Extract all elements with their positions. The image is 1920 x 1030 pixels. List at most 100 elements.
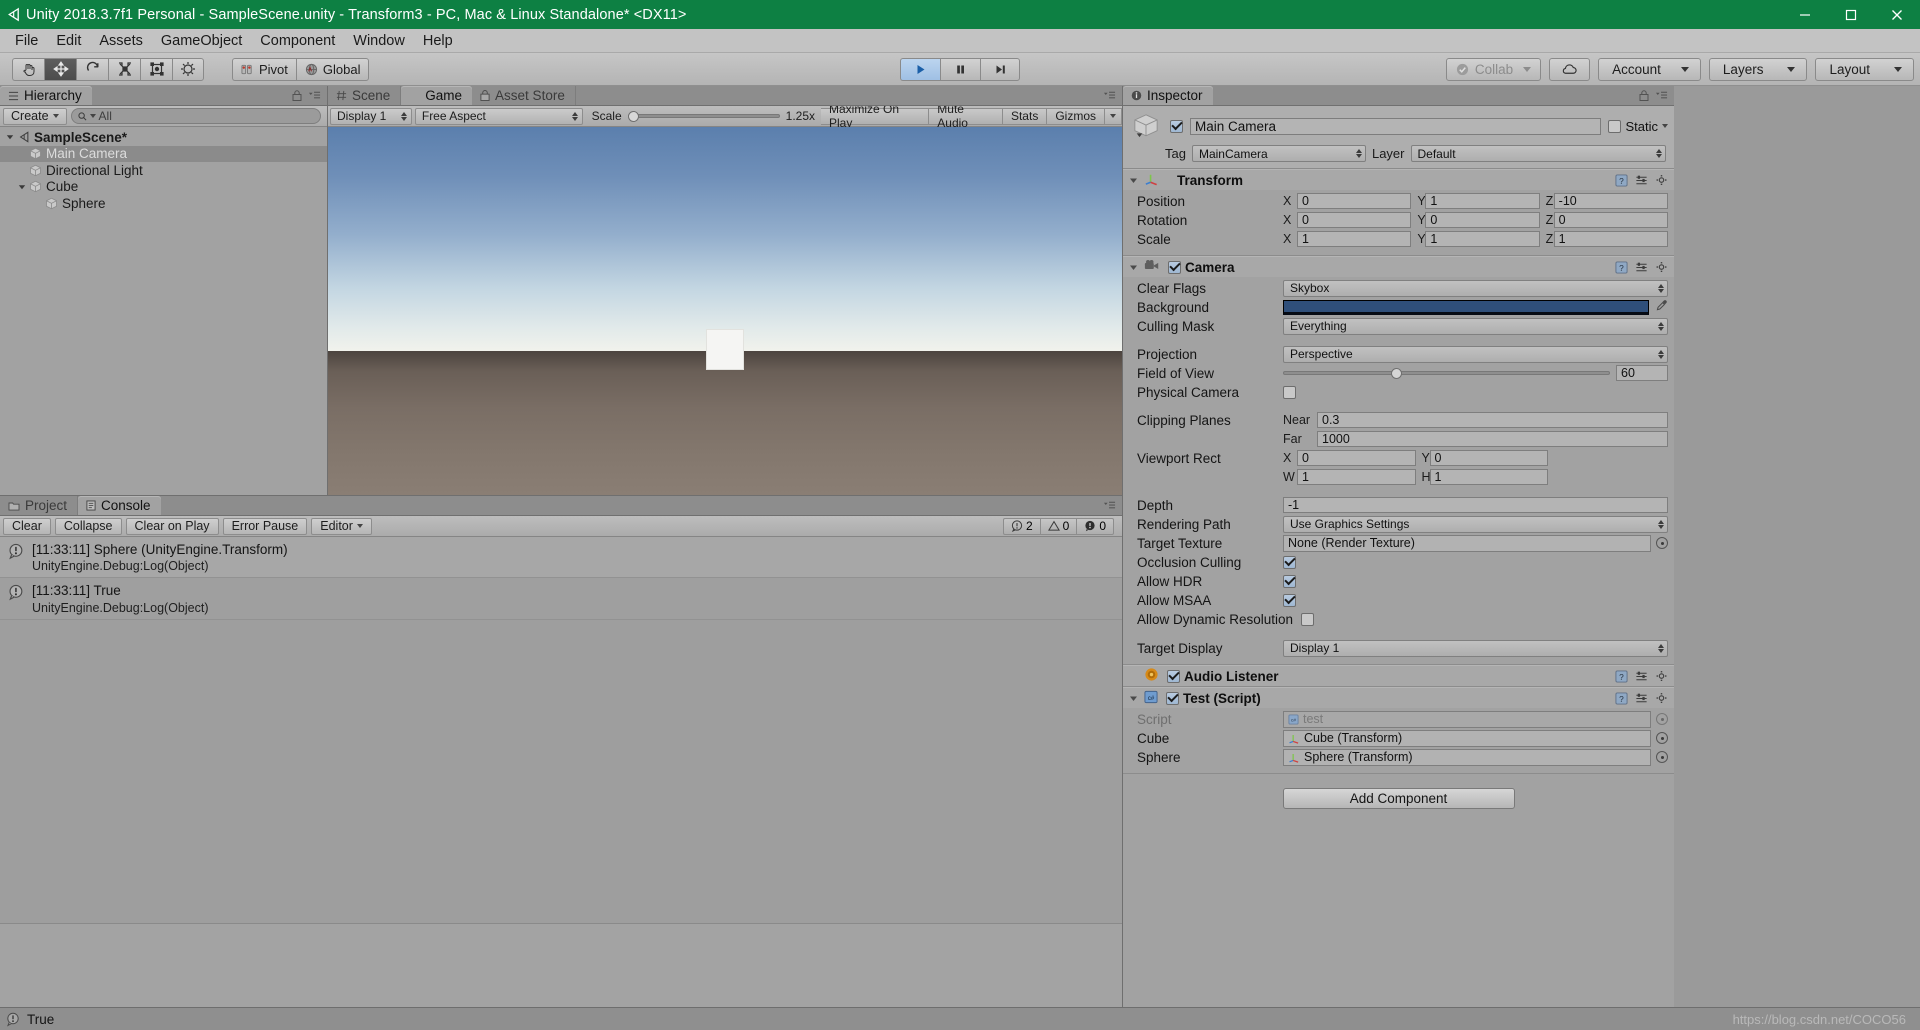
clear-flags-dropdown[interactable]: Skybox: [1283, 279, 1668, 297]
hierarchy-item-directional-light[interactable]: Directional Light: [0, 162, 327, 179]
rotation-z-field[interactable]: 0: [1553, 212, 1668, 228]
panel-menu-icon[interactable]: [1655, 90, 1668, 101]
scale-x-field[interactable]: 1: [1297, 231, 1412, 247]
menu-help[interactable]: Help: [414, 31, 462, 51]
panel-menu-icon[interactable]: [1103, 500, 1116, 511]
display-dropdown[interactable]: Display 1: [330, 107, 412, 125]
help-icon[interactable]: ?: [1615, 260, 1628, 274]
occlusion-culling-checkbox[interactable]: [1283, 555, 1296, 569]
fov-slider-handle[interactable]: [1391, 368, 1403, 379]
rotate-tool-icon[interactable]: [76, 57, 108, 81]
help-icon[interactable]: ?: [1615, 691, 1628, 705]
depth-field[interactable]: -1: [1283, 497, 1668, 513]
console-entry[interactable]: [11:33:11] Sphere (UnityEngine.Transform…: [0, 537, 1122, 579]
gear-icon[interactable]: [1655, 261, 1668, 274]
expand-triangle-icon[interactable]: [1127, 263, 1140, 272]
error-count[interactable]: 0: [1076, 517, 1114, 535]
viewport-w-field[interactable]: 1: [1297, 469, 1416, 485]
error-pause-button[interactable]: Error Pause: [222, 517, 308, 535]
lock-icon[interactable]: [292, 90, 302, 101]
culling-mask-dropdown[interactable]: Everything: [1283, 317, 1668, 335]
menu-component[interactable]: Component: [251, 31, 344, 51]
target-texture-field[interactable]: None (Render Texture): [1283, 534, 1651, 552]
gizmos-dropdown[interactable]: [1105, 107, 1122, 125]
scale-slider-handle[interactable]: [627, 111, 639, 122]
game-view-canvas[interactable]: [328, 127, 1122, 495]
background-color-field[interactable]: [1283, 299, 1649, 315]
log-count[interactable]: 2: [1002, 517, 1040, 535]
help-icon[interactable]: ?: [1615, 669, 1628, 683]
minimize-icon[interactable]: [1782, 0, 1828, 29]
move-tool-icon[interactable]: [44, 57, 76, 81]
collab-button[interactable]: Collab: [1445, 57, 1542, 81]
scale-z-field[interactable]: 1: [1553, 231, 1668, 247]
gear-icon[interactable]: [1655, 174, 1668, 187]
allow-dynamic-resolution-checkbox[interactable]: [1301, 612, 1314, 626]
physical-camera-checkbox[interactable]: [1283, 385, 1296, 399]
rotation-x-field[interactable]: 0: [1297, 212, 1412, 228]
gizmos-button[interactable]: Gizmos: [1047, 107, 1105, 125]
scale-tool-icon[interactable]: [108, 57, 140, 81]
expand-triangle-icon[interactable]: [16, 183, 28, 191]
menu-window[interactable]: Window: [344, 31, 414, 51]
tag-dropdown[interactable]: MainCamera: [1191, 145, 1366, 162]
object-picker-icon[interactable]: [1656, 537, 1668, 549]
fov-slider[interactable]: [1283, 368, 1610, 379]
mute-audio-button[interactable]: Mute Audio: [929, 102, 1003, 130]
help-icon[interactable]: ?: [1615, 173, 1628, 187]
create-button[interactable]: Create: [3, 107, 67, 125]
panel-menu-icon[interactable]: [308, 90, 321, 101]
viewport-x-field[interactable]: 0: [1297, 450, 1416, 466]
preset-icon[interactable]: [1635, 692, 1648, 705]
viewport-h-field[interactable]: 1: [1429, 469, 1548, 485]
lock-icon[interactable]: [1639, 90, 1649, 101]
tab-inspector[interactable]: Inspector: [1123, 86, 1213, 105]
test-script-enabled-checkbox[interactable]: [1166, 691, 1179, 705]
tab-asset-store[interactable]: Asset Store: [472, 86, 576, 105]
camera-enabled-checkbox[interactable]: [1168, 260, 1181, 274]
aspect-dropdown[interactable]: Free Aspect: [414, 107, 583, 125]
fov-value-field[interactable]: 60: [1616, 365, 1668, 381]
warning-count[interactable]: 0: [1039, 517, 1077, 535]
account-button[interactable]: Account: [1598, 57, 1701, 81]
editor-dropdown-button[interactable]: Editor: [311, 517, 372, 535]
object-picker-icon[interactable]: [1656, 751, 1668, 763]
object-picker-icon[interactable]: [1656, 732, 1668, 744]
layout-button[interactable]: Layout: [1815, 57, 1914, 81]
hierarchy-item-samplescene[interactable]: SampleScene*: [0, 129, 327, 146]
rendering-path-dropdown[interactable]: Use Graphics Settings: [1283, 515, 1668, 533]
expand-triangle-icon[interactable]: [1127, 176, 1140, 185]
clear-on-play-button[interactable]: Clear on Play: [125, 517, 219, 535]
play-button[interactable]: [900, 57, 940, 81]
layer-dropdown[interactable]: Default: [1410, 145, 1666, 162]
tab-project[interactable]: Project: [0, 496, 79, 515]
position-z-field[interactable]: -10: [1553, 193, 1668, 209]
near-field[interactable]: 0.3: [1317, 412, 1668, 428]
collapse-button[interactable]: Collapse: [54, 517, 122, 535]
target-display-dropdown[interactable]: Display 1: [1283, 639, 1668, 657]
maximize-icon[interactable]: [1828, 0, 1874, 29]
static-checkbox[interactable]: [1608, 119, 1622, 133]
menu-assets[interactable]: Assets: [90, 31, 152, 51]
far-field[interactable]: 1000: [1317, 431, 1668, 447]
hierarchy-search-input[interactable]: All: [70, 108, 321, 124]
eyedropper-icon[interactable]: [1655, 299, 1668, 315]
preset-icon[interactable]: [1635, 261, 1648, 274]
clear-button[interactable]: Clear: [3, 517, 51, 535]
tab-game[interactable]: Game: [401, 86, 473, 105]
gear-icon[interactable]: [1655, 670, 1668, 683]
tab-console[interactable]: Console: [78, 496, 161, 515]
scale-y-field[interactable]: 1: [1425, 231, 1540, 247]
sphere-reference-field[interactable]: Sphere (Transform): [1283, 748, 1651, 766]
chevron-down-icon[interactable]: [1662, 124, 1668, 128]
hand-tool-icon[interactable]: [12, 57, 44, 81]
position-x-field[interactable]: 0: [1297, 193, 1412, 209]
preset-icon[interactable]: [1635, 174, 1648, 187]
add-component-button[interactable]: Add Component: [1282, 788, 1515, 809]
object-enabled-checkbox[interactable]: [1170, 119, 1183, 133]
stats-button[interactable]: Stats: [1002, 107, 1048, 125]
position-y-field[interactable]: 1: [1425, 193, 1540, 209]
tab-hierarchy[interactable]: Hierarchy: [0, 86, 92, 105]
step-button[interactable]: [980, 57, 1020, 81]
expand-triangle-icon[interactable]: [1127, 694, 1140, 703]
